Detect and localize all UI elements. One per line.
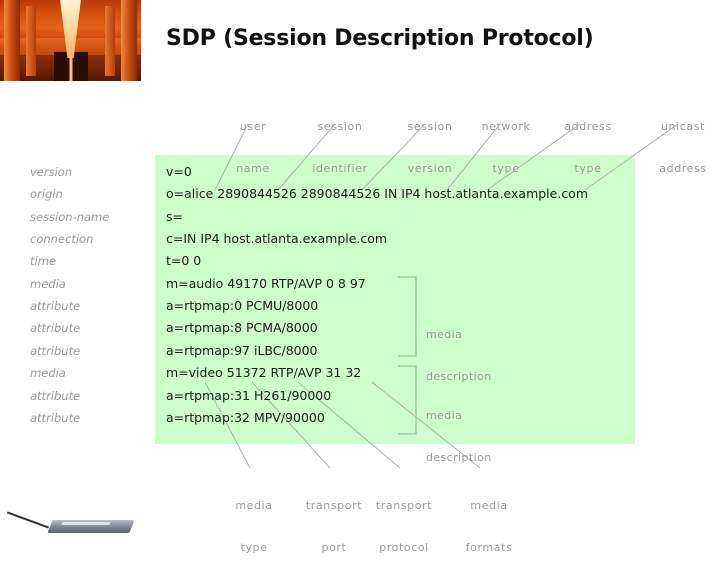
- corridor-column-right-inner: [105, 6, 115, 76]
- callout-line-1: media: [470, 499, 508, 512]
- corridor-lamp-stem: [69, 56, 72, 81]
- callout-line-2: protocol: [379, 541, 429, 554]
- callout-media-formats: media formats: [449, 471, 529, 569]
- row-text-11: a=rtpmap:32 MPV/90000: [166, 409, 325, 425]
- row-text-1: o=alice 2890844526 2890844526 IN IP4 hos…: [166, 186, 589, 202]
- callout-media-description-video: media description: [426, 381, 492, 479]
- callout-line-2: address: [659, 162, 707, 175]
- row-text-2: s=: [166, 208, 183, 224]
- row-text-4: t=0 0: [166, 253, 202, 269]
- callout-address-type: address type: [550, 92, 626, 190]
- row-label-9: media: [30, 366, 66, 381]
- row-text-9: m=video 51372 RTP/AVP 31 32: [166, 365, 362, 381]
- row-label-7: attribute: [30, 321, 81, 336]
- row-text-8: a=rtpmap:97 iLBC/8000: [166, 342, 318, 358]
- row-label-3: connection: [30, 232, 94, 247]
- callout-line-2: identifier: [312, 162, 368, 175]
- row-label-11: attribute: [30, 410, 81, 425]
- row-text-6: a=rtpmap:0 PCMU/8000: [166, 298, 319, 314]
- callout-line-2: type: [240, 541, 268, 554]
- row-label-2: session-name: [30, 209, 110, 224]
- row-label-4: time: [30, 254, 56, 269]
- row-label-0: version: [30, 165, 73, 179]
- callout-line-2: version: [407, 162, 453, 175]
- row-text-7: a=rtpmap:8 PCMA/8000: [166, 320, 318, 336]
- callout-line-1: session: [407, 120, 453, 133]
- callout-line-1: session: [317, 120, 363, 133]
- callout-line-1: media: [426, 409, 463, 422]
- callout-line-1: network: [481, 120, 531, 133]
- callout-session-identifier: session identifier: [295, 92, 385, 190]
- row-text-3: c=IN IP4 host.atlanta.example.com: [166, 231, 388, 247]
- callout-line-2: description: [426, 451, 492, 464]
- callout-line-1: transport: [375, 499, 433, 512]
- callout-line-2: formats: [465, 541, 513, 554]
- laptop-screen: [61, 522, 111, 525]
- pen-icon: [6, 511, 50, 529]
- corridor-column-left: [4, 0, 20, 81]
- callout-line-2: name: [236, 162, 270, 175]
- page-title: SDP (Session Description Protocol): [166, 26, 594, 51]
- laptop-photo: [0, 502, 141, 546]
- callout-line-1: media: [235, 499, 273, 512]
- corridor-column-left-inner: [26, 6, 36, 76]
- row-label-1: origin: [30, 187, 63, 202]
- callout-network-type: network type: [468, 92, 544, 190]
- row-label-8: attribute: [30, 343, 81, 358]
- corridor-column-right: [121, 0, 137, 81]
- row-label-10: attribute: [30, 388, 81, 403]
- row-text-5: m=audio 49170 RTP/AVP 0 8 97: [166, 275, 366, 291]
- callout-line-1: media: [426, 328, 463, 341]
- callout-line-2: type: [574, 162, 602, 175]
- row-label-5: media: [30, 276, 66, 291]
- callout-line-1: unicast: [660, 120, 706, 133]
- callout-user-name: user name: [218, 92, 288, 190]
- row-text-0: v=0: [166, 164, 192, 179]
- callout-unicast-address: unicast address: [643, 92, 723, 190]
- corridor-photo: [0, 0, 141, 81]
- row-label-6: attribute: [30, 299, 81, 314]
- callout-session-version: session version: [388, 92, 472, 190]
- callout-line-1: user: [239, 120, 267, 133]
- callout-media-type: media type: [218, 471, 290, 569]
- row-text-10: a=rtpmap:31 H261/90000: [166, 387, 332, 403]
- callout-line-2: type: [492, 162, 520, 175]
- callout-line-1: address: [564, 120, 612, 133]
- callout-transport-protocol: transport protocol: [361, 471, 447, 569]
